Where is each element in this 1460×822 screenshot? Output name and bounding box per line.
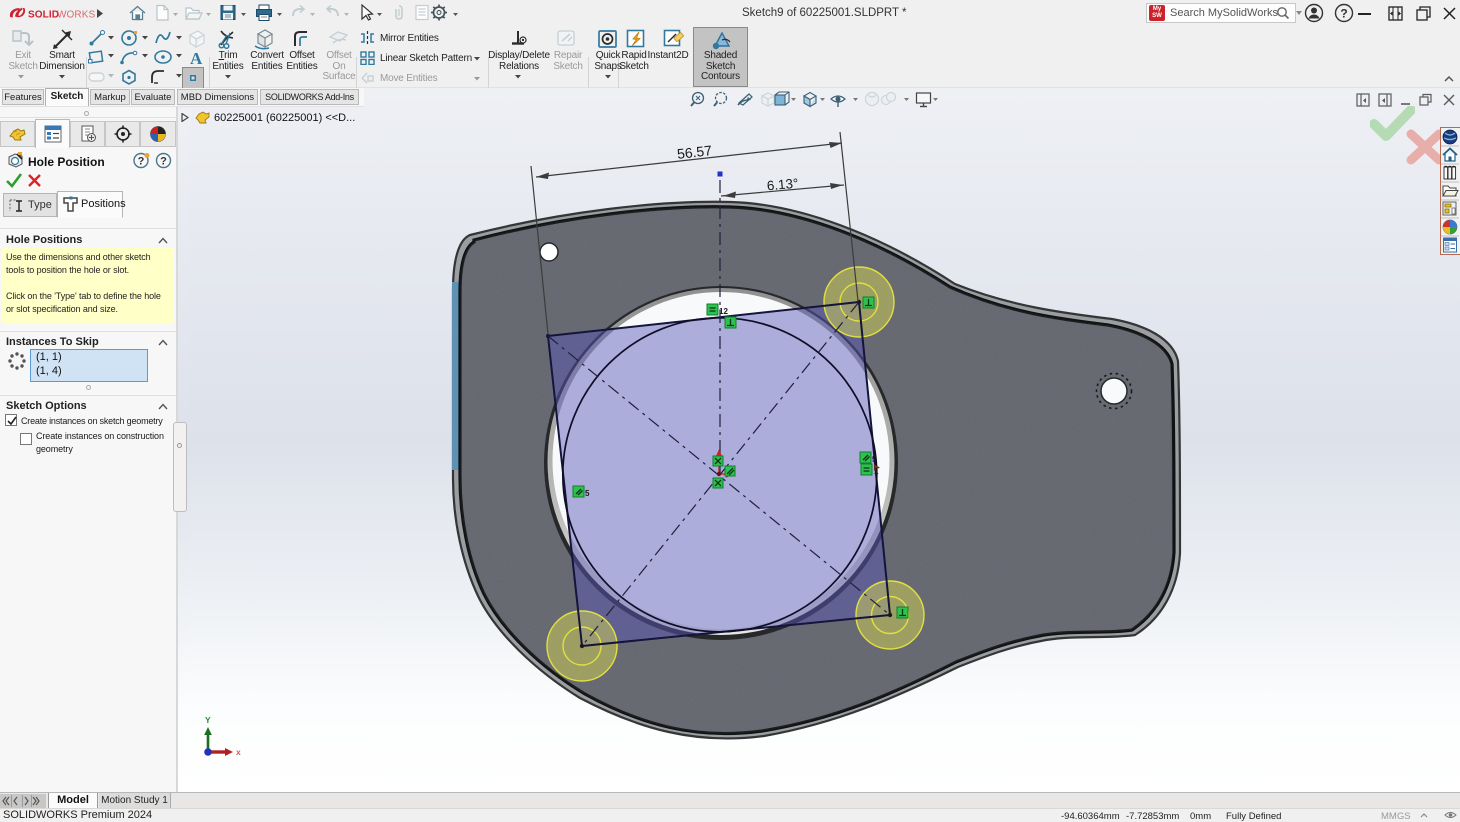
svg-text:?: ? [160, 156, 167, 168]
svg-text:A: A [190, 49, 203, 68]
svg-text:12: 12 [719, 307, 728, 316]
svg-text:?: ? [1340, 7, 1347, 21]
svg-text:5: 5 [585, 489, 590, 498]
svg-text:56.57: 56.57 [676, 142, 713, 162]
svg-text:?: ? [138, 156, 145, 168]
svg-text:6.13°: 6.13° [766, 176, 799, 194]
svg-text:1: 1 [874, 467, 879, 476]
svg-text:5: 5 [872, 455, 877, 464]
svg-text:x: x [236, 747, 241, 757]
svg-text:WORKS: WORKS [57, 10, 96, 21]
svg-text:Y: Y [205, 715, 211, 725]
svg-text:SOLID: SOLID [28, 10, 59, 21]
